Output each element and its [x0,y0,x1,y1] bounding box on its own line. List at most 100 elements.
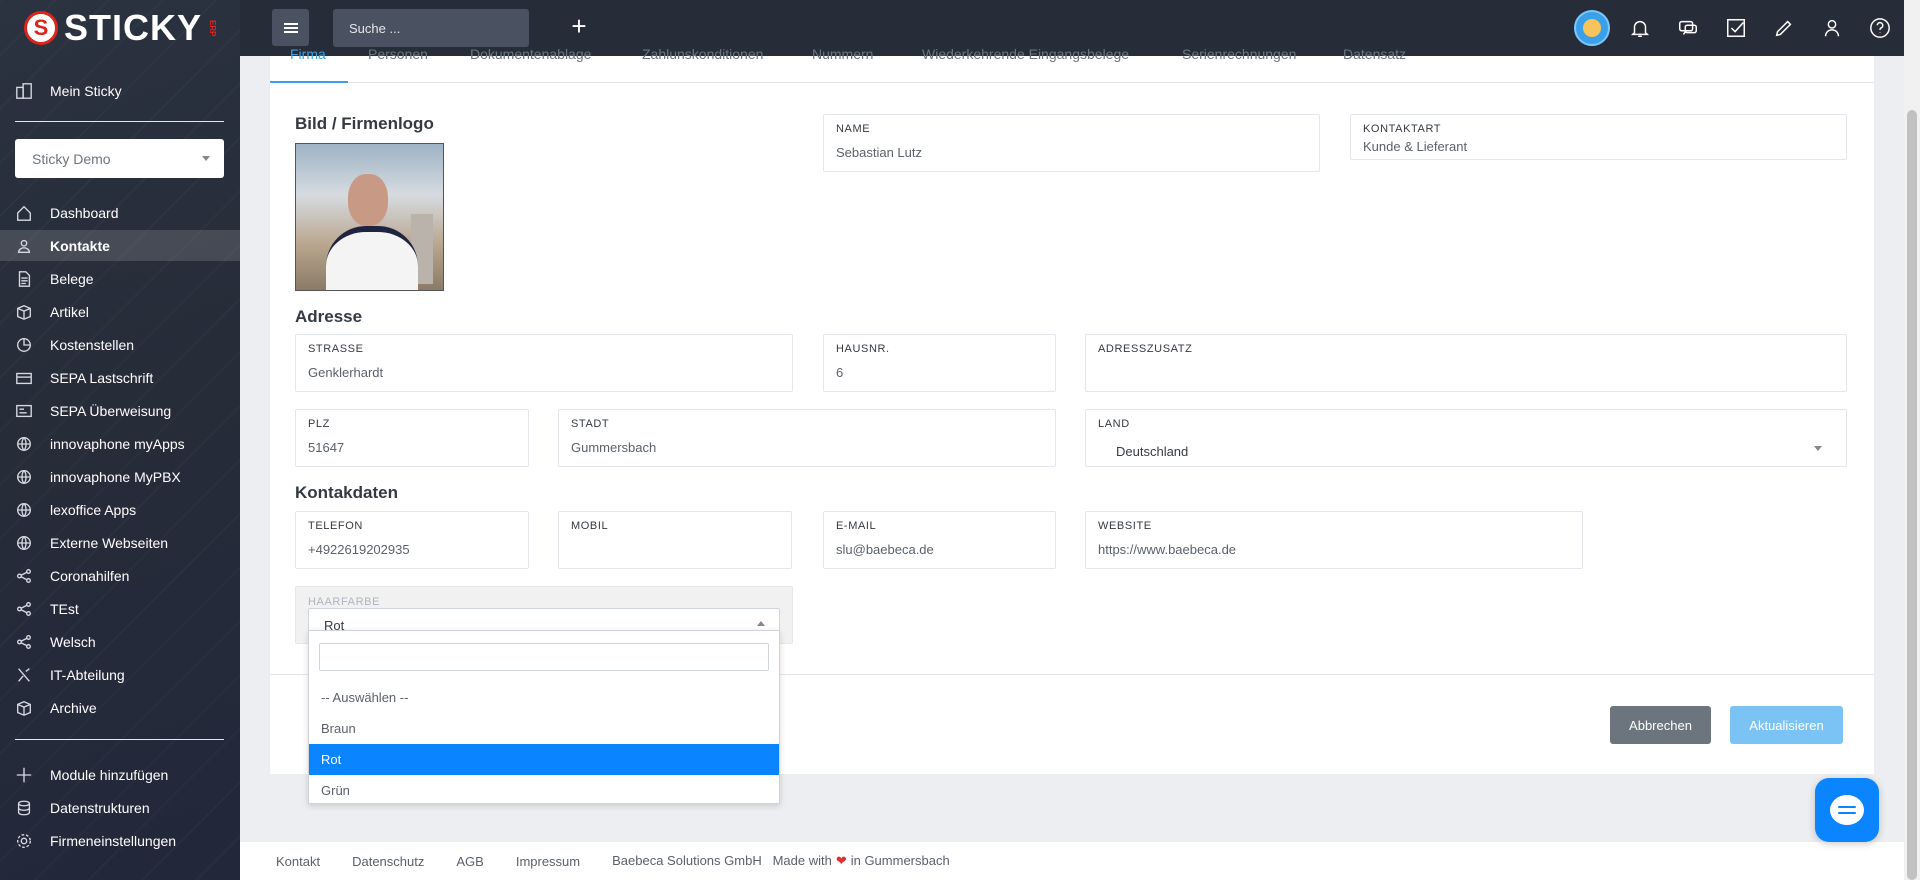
tenant-select[interactable]: Sticky Demo [15,139,224,178]
sidebar-item-label: Kostenstellen [50,336,135,353]
plz-field[interactable]: PLZ 51647 [295,409,529,467]
chat-icon[interactable] [1664,0,1712,56]
hausnr-field[interactable]: HAUSNR. 6 [823,334,1056,392]
field-value: https://www.baebeca.de [1098,542,1237,557]
update-button[interactable]: Aktualisieren [1730,706,1843,744]
avatar-icon[interactable] [1568,0,1616,56]
sidebar-item-test[interactable]: TEst [0,593,240,624]
bell-icon[interactable] [1616,0,1664,56]
cancel-button[interactable]: Abbrechen [1610,706,1711,744]
field-value: slu@baebeca.de [836,542,934,557]
dropdown-option[interactable]: -- Auswählen -- [309,682,779,713]
globe-icon [14,500,34,520]
active-tab-indicator [270,81,348,83]
dropdown-option[interactable]: Grün [309,775,779,806]
card-icon [14,368,34,388]
tenant-select-value: Sticky Demo [32,150,111,167]
share-icon [14,599,34,619]
field-label: STADT [571,418,610,430]
tab-wiederkehrende-eingangsbelege[interactable]: Wiederkehrende Eingangsbelege [922,46,1129,62]
sidebar-item-datenstrukturen[interactable]: Datenstrukturen [0,792,240,823]
menu-toggle-button[interactable] [272,9,309,46]
field-label: PLZ [308,418,330,430]
strasse-field[interactable]: STRASSE Genklerhardt [295,334,793,392]
home-icon [14,203,34,223]
company-logo-image[interactable] [295,143,444,291]
telefon-field[interactable]: TELEFON +4922619202935 [295,511,529,569]
tab-personen[interactable]: Personen [368,46,428,62]
land-select[interactable]: LAND Deutschland [1085,409,1847,467]
plus-icon [14,765,34,785]
share-icon [14,566,34,586]
add-button[interactable]: + [565,13,593,41]
sidebar-item-lexoffice-apps[interactable]: lexoffice Apps [0,494,240,525]
sidebar-item-welsch[interactable]: Welsch [0,626,240,657]
caret-down-icon [202,156,210,161]
dropdown-option[interactable]: Braun [309,713,779,744]
footer-link[interactable]: Impressum [516,854,580,869]
caret-up-icon [757,621,765,626]
sidebar-item-artikel[interactable]: Artikel [0,296,240,327]
sidebar-item-archive[interactable]: Archive [0,692,240,723]
checkbox-icon[interactable] [1712,0,1760,56]
sitemap-icon [14,665,34,685]
page-scrollbar[interactable] [1904,0,1920,880]
sidebar-item-coronahilfen[interactable]: Coronahilfen [0,560,240,591]
sidebar-item-innovaphone-mypbx[interactable]: innovaphone MyPBX [0,461,240,492]
help-icon[interactable] [1856,0,1904,56]
sidebar-item-label: Datenstrukturen [50,799,150,816]
tab-serienrechnungen[interactable]: Serienrechnungen [1182,46,1296,62]
search-input[interactable] [333,9,529,47]
sidebar-item-module-hinzufügen[interactable]: Module hinzufügen [0,759,240,790]
website-field[interactable]: WEBSITE https://www.baebeca.de [1085,511,1583,569]
sidebar-item-label: Archive [50,699,97,716]
adresszusatz-field[interactable]: ADRESSZUSATZ [1085,334,1847,392]
tab-datensatz[interactable]: Datensatz [1343,46,1406,62]
sidebar-item-firmeneinstellungen[interactable]: Firmeneinstellungen [0,825,240,856]
tab-dokumentenablage[interactable]: Dokumentenablage [470,46,591,62]
tab-nummern[interactable]: Nummern [812,46,873,62]
sidebar-item-dashboard[interactable]: Dashboard [0,197,240,228]
sidebar-item-label: innovaphone myApps [50,435,185,452]
field-label: E-MAIL [836,520,877,532]
sidebar-item-sepa-überweisung[interactable]: SEPA Überweisung [0,395,240,426]
user-icon[interactable] [1808,0,1856,56]
pencil-icon[interactable] [1760,0,1808,56]
logo-badge-icon: S [24,11,58,45]
tab-zahlunskonditionen[interactable]: Zahlunskonditionen [642,46,763,62]
sidebar-item-mein-sticky[interactable]: Mein Sticky [0,75,240,106]
mobil-field[interactable]: MOBIL [558,511,792,569]
sidebar-item-kostenstellen[interactable]: Kostenstellen [0,329,240,360]
dropdown-search-input[interactable] [319,643,769,671]
chat-bubble-icon [1830,795,1864,825]
logo[interactable]: S STICKY ERP [24,7,217,48]
field-value: Genklerhardt [308,365,384,380]
chat-widget-button[interactable] [1815,778,1879,842]
sidebar-item-kontakte[interactable]: Kontakte [0,230,240,261]
address-section-title: Adresse [295,307,363,326]
share-icon [14,632,34,652]
sidebar-item-belege[interactable]: Belege [0,263,240,294]
sidebar-item-externe-webseiten[interactable]: Externe Webseiten [0,527,240,558]
contact-section-title: Kontakdaten [295,483,398,502]
footer-company-name: Baebeca Solutions GmbH [612,853,762,868]
footer-company[interactable]: Baebeca Solutions GmbH Made with ❤ in Gumm… [612,853,950,869]
contacts-icon [14,236,34,256]
tab-firma[interactable]: Firma [290,46,326,62]
name-field[interactable]: NAME Sebastian Lutz [823,114,1320,172]
sidebar-item-sepa-lastschrift[interactable]: SEPA Lastschrift [0,362,240,393]
email-field[interactable]: E-MAIL slu@baebeca.de [823,511,1056,569]
field-label: HAARFARBE [308,596,381,608]
dropdown-option[interactable]: Rot [309,744,779,775]
pie-icon [14,335,34,355]
sidebar-item-label: Artikel [50,303,89,320]
stadt-field[interactable]: STADT Gummersbach [558,409,1056,467]
footer-link[interactable]: Datenschutz [352,854,424,869]
sidebar-item-innovaphone-myapps[interactable]: innovaphone myApps [0,428,240,459]
footer-link[interactable]: Kontakt [276,854,320,869]
sidebar-item-it-abteilung[interactable]: IT-Abteilung [0,659,240,690]
kontaktart-field[interactable]: KONTAKTART Kunde & Lieferant [1350,114,1847,160]
footer-link[interactable]: AGB [456,854,483,869]
sidebar-item-label: Mein Sticky [50,82,122,99]
scrollbar-thumb[interactable] [1907,110,1917,880]
